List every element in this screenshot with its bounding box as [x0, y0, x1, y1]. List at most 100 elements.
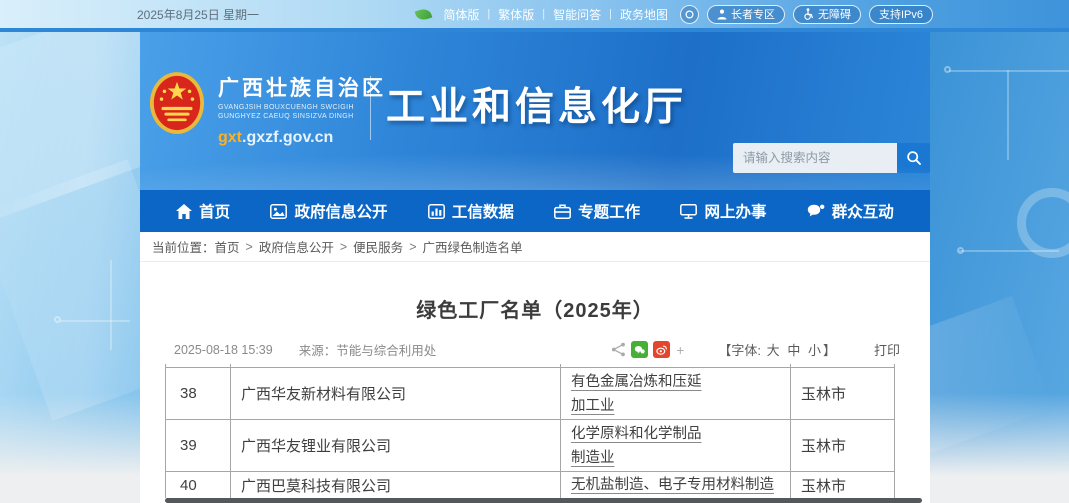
topbar-divider — [0, 28, 1069, 32]
region-name-zhuang: GVANGJSIH BOUXCUENGH SWCIGIH — [218, 104, 386, 111]
circuit-node — [944, 66, 951, 73]
nav-label: 网上办事 — [704, 200, 766, 222]
leaf-icon — [415, 6, 433, 21]
breadcrumb-info-disclosure[interactable]: 政府信息公开 — [259, 237, 334, 256]
nav-label: 工信数据 — [452, 200, 514, 222]
circuit-node — [54, 316, 61, 323]
search-icon — [906, 150, 922, 166]
industry-name: 制造业 — [571, 446, 790, 470]
company-name: 广西华友新材料有限公司 — [241, 383, 560, 404]
font-label-prefix: 【字体: — [718, 343, 761, 358]
page-title: 绿色工厂名单（2025年） — [140, 294, 930, 323]
table-row: 40 广西巴莫科技有限公司 无机盐制造、电子专用材料制造 玉林市 — [165, 472, 895, 498]
font-size-small[interactable]: 小 — [808, 343, 821, 358]
search-button[interactable] — [897, 143, 930, 173]
separator: | — [542, 8, 545, 20]
top-utility-bar: 2025年8月25日 星期一 简体版 | 繁体版 | 智能问答 | 政务地图 长… — [0, 0, 1069, 28]
site-url-prefix: gxt — [218, 129, 242, 146]
separator: | — [609, 8, 612, 20]
monitor-icon — [680, 204, 697, 219]
breadcrumb-green-list[interactable]: 广西绿色制造名单 — [423, 237, 523, 256]
share-icon[interactable] — [611, 342, 626, 357]
search-box — [733, 143, 930, 173]
ipv6-badge[interactable]: 支持IPv6 — [869, 5, 933, 24]
site-url: gxt.gxzf.gov.cn — [218, 129, 386, 147]
circuit-line — [1007, 70, 1009, 160]
article-source: 来源：节能与综合利用处 — [299, 340, 437, 359]
org-identity: 广西壮族自治区 GVANGJSIH BOUXCUENGH SWCIGIH GUN… — [218, 72, 386, 147]
elderly-zone-label: 长者专区 — [731, 6, 775, 22]
link-simplified-chinese[interactable]: 简体版 — [443, 6, 479, 23]
font-size-large[interactable]: 大 — [767, 343, 780, 358]
horizontal-scrollbar-thumb[interactable] — [165, 498, 922, 503]
national-emblem — [148, 70, 206, 136]
link-traditional-chinese[interactable]: 繁体版 — [498, 6, 534, 23]
nav-item-special-topics[interactable]: 专题工作 — [554, 200, 640, 222]
elderly-zone-button[interactable]: 长者专区 — [707, 5, 785, 24]
nav-item-public-interaction[interactable]: 群众互动 — [807, 200, 894, 222]
city-name: 玉林市 — [801, 475, 894, 496]
search-input[interactable] — [733, 143, 897, 173]
circuit-line — [949, 70, 1069, 72]
circuit-line — [60, 320, 130, 322]
round-badge-icon[interactable] — [680, 5, 699, 24]
print-button[interactable]: 打印 — [874, 340, 900, 359]
site-title: 工业和信息化厅 — [386, 76, 687, 132]
link-gov-map[interactable]: 政务地图 — [620, 6, 668, 23]
font-size-medium[interactable]: 中 — [787, 343, 800, 358]
row-number: 39 — [180, 437, 230, 454]
home-icon — [176, 204, 192, 219]
breadcrumb-separator: > — [409, 240, 416, 254]
briefcase-icon — [554, 204, 571, 219]
wechat-share-icon[interactable] — [631, 341, 648, 358]
industry-name: 有色金属冶炼和压延 — [571, 370, 790, 394]
nav-label: 专题工作 — [578, 200, 640, 222]
industry-name: 化学原料和化学制品 — [571, 422, 790, 446]
header-divider — [370, 76, 371, 140]
accessibility-button[interactable]: 无障碍 — [793, 5, 861, 24]
site-header-banner: 广西壮族自治区 GVANGJSIH BOUXCUENGH SWCIGIH GUN… — [140, 30, 930, 190]
nav-item-info-disclosure[interactable]: 政府信息公开 — [270, 200, 387, 222]
nav-item-industry-data[interactable]: 工信数据 — [428, 200, 514, 222]
source-label: 来源： — [299, 344, 337, 358]
city-name: 玉林市 — [801, 435, 894, 456]
company-name: 广西巴莫科技有限公司 — [241, 475, 560, 496]
nav-label: 政府信息公开 — [294, 200, 387, 222]
chat-bubbles-icon — [807, 204, 825, 219]
source-value: 节能与综合利用处 — [336, 344, 436, 358]
breadcrumb-separator: > — [340, 240, 347, 254]
person-icon — [717, 9, 727, 20]
accessibility-label: 无障碍 — [818, 6, 851, 22]
row-number: 40 — [180, 477, 230, 494]
circuit-line — [959, 250, 1059, 252]
gear-decoration — [1017, 188, 1069, 258]
info-disclosure-icon — [270, 204, 287, 219]
breadcrumb-home[interactable]: 首页 — [215, 237, 240, 256]
wheelchair-icon — [803, 8, 814, 20]
font-label-suffix: 】 — [823, 343, 836, 358]
separator: | — [487, 8, 490, 20]
industry-name: 无机盐制造、电子专用材料制造 — [571, 473, 790, 497]
nav-item-online-services[interactable]: 网上办事 — [680, 200, 766, 222]
share-more-button[interactable]: + — [676, 342, 684, 358]
table-row: 38 广西华友新材料有限公司 有色金属冶炼和压延 加工业 玉林市 — [165, 368, 895, 420]
industry-name: 加工业 — [571, 394, 790, 418]
data-icon — [428, 204, 445, 219]
city-name: 玉林市 — [801, 383, 894, 404]
link-smart-qa[interactable]: 智能问答 — [553, 6, 601, 23]
publish-date: 2025-08-18 15:39 — [174, 343, 273, 357]
table-row: 39 广西华友锂业有限公司 化学原料和化学制品 制造业 玉林市 — [165, 420, 895, 472]
circuit-node — [957, 247, 964, 254]
main-nav: 首页 政府信息公开 工信数据 专题工作 网上办事 群众互动 — [140, 190, 930, 232]
dept-name-zhuang: GUNGHYEZ CAEUQ SINSIZVA DINGH — [218, 113, 386, 120]
weibo-share-icon[interactable] — [653, 341, 670, 358]
ipv6-label: 支持IPv6 — [879, 6, 923, 22]
font-size-control: 【字体: 大 中 小】 — [718, 340, 836, 359]
nav-item-home[interactable]: 首页 — [176, 200, 230, 222]
company-name: 广西华友锂业有限公司 — [241, 435, 560, 456]
breadcrumb-separator: > — [246, 240, 253, 254]
breadcrumb-prefix: 当前位置： — [152, 237, 215, 256]
breadcrumb-public-services[interactable]: 便民服务 — [353, 237, 403, 256]
current-date: 2025年8月25日 星期一 — [137, 6, 259, 23]
green-factory-table: 38 广西华友新材料有限公司 有色金属冶炼和压延 加工业 玉林市 39 广西华友… — [165, 364, 895, 498]
